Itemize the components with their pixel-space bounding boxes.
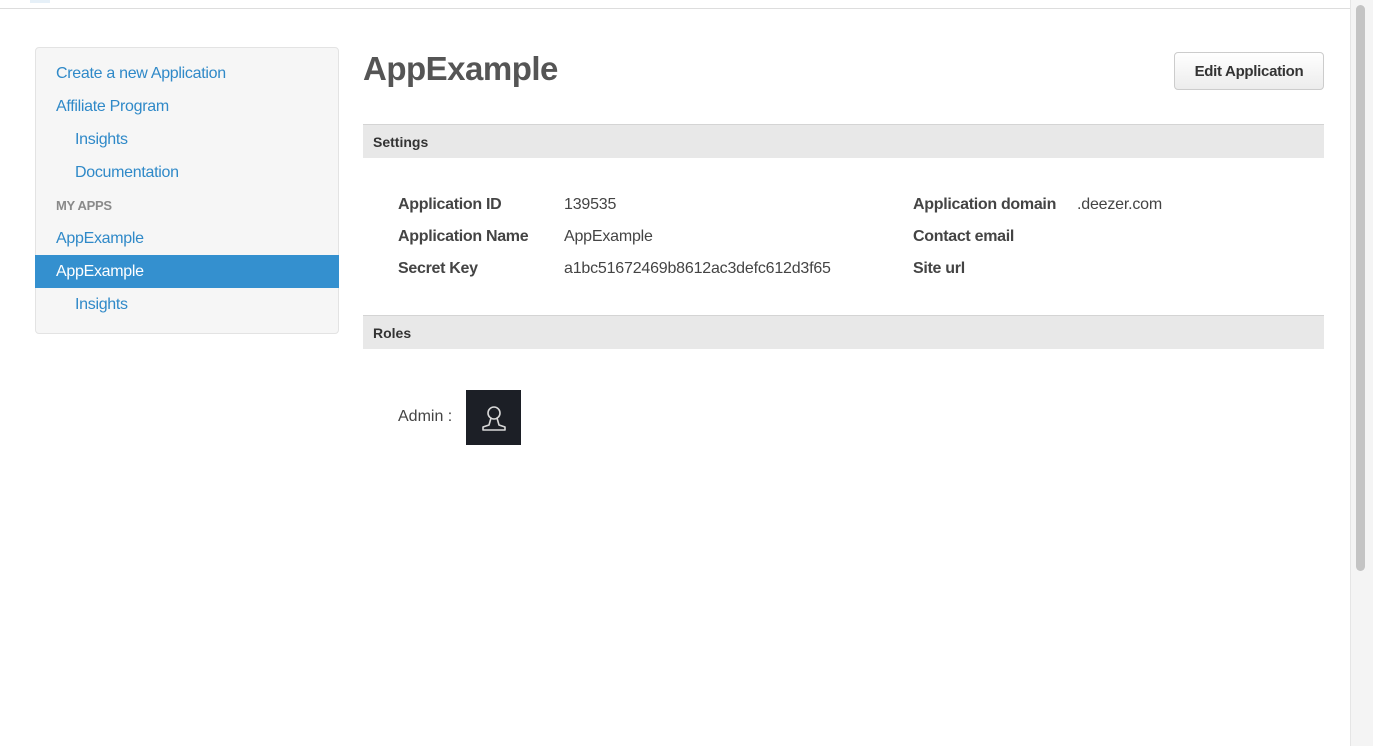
- application-domain-label: Application domain: [913, 196, 1057, 213]
- secret-key-label: Secret Key: [398, 260, 478, 277]
- sidebar-item-insights[interactable]: Insights: [36, 123, 338, 156]
- sidebar-header-my-apps: MY APPS: [56, 198, 112, 213]
- sidebar-link-insights[interactable]: Insights: [36, 123, 338, 156]
- sidebar-item-app[interactable]: AppExample: [36, 222, 338, 255]
- scrollbar-thumb[interactable]: [1356, 5, 1365, 571]
- sidebar-link-affiliate-program[interactable]: Affiliate Program: [36, 90, 338, 123]
- sidebar-nav: Create a new Application Affiliate Progr…: [35, 48, 339, 321]
- sidebar-link-app-insights[interactable]: Insights: [36, 288, 338, 321]
- sidebar: Create a new Application Affiliate Progr…: [35, 47, 339, 334]
- application-name-value: AppExample: [564, 228, 653, 245]
- sidebar-link-create-application[interactable]: Create a new Application: [36, 57, 338, 90]
- user-silhouette-icon: [481, 405, 506, 431]
- application-name-label: Application Name: [398, 228, 529, 245]
- sidebar-link-app[interactable]: AppExample: [36, 222, 338, 255]
- sidebar-link-documentation[interactable]: Documentation: [36, 156, 338, 189]
- site-url-label: Site url: [913, 260, 965, 277]
- sidebar-item-affiliate-program[interactable]: Affiliate Program: [36, 90, 338, 123]
- page-title: AppExample: [363, 50, 558, 87]
- roles-section-header: Roles: [363, 315, 1324, 349]
- edit-application-button[interactable]: Edit Application: [1174, 52, 1324, 90]
- contact-email-label: Contact email: [913, 228, 1015, 245]
- sidebar-item-documentation[interactable]: Documentation: [36, 156, 338, 189]
- settings-section-header: Settings: [363, 124, 1324, 158]
- admin-avatar[interactable]: [466, 390, 521, 445]
- application-id-value: 139535: [564, 196, 617, 213]
- sidebar-item-app-active[interactable]: AppExample: [35, 255, 339, 288]
- sidebar-item-app-insights[interactable]: Insights: [36, 288, 338, 321]
- top-accent: [30, 0, 50, 3]
- secret-key-value: a1bc51672469b8612ac3defc612d3f65: [564, 260, 831, 277]
- sidebar-item-create-application[interactable]: Create a new Application: [36, 57, 338, 90]
- top-divider: [0, 8, 1350, 9]
- sidebar-link-app-active[interactable]: AppExample: [35, 255, 339, 288]
- admin-label: Admin :: [398, 408, 453, 425]
- application-domain-value: .deezer.com: [1077, 196, 1162, 213]
- application-id-label: Application ID: [398, 196, 502, 213]
